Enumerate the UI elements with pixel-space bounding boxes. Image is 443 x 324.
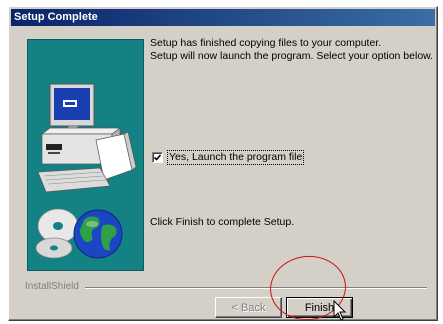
globe-cd-icon	[35, 208, 123, 259]
title-bar: Setup Complete	[11, 9, 435, 26]
separator	[85, 287, 427, 289]
back-button[interactable]: < Back	[215, 297, 282, 318]
setup-illustration-panel	[27, 39, 144, 271]
setup-complete-dialog: Setup Complete Setup has finished copyin…	[8, 6, 438, 321]
message-line-2: Setup will now launch the program. Selec…	[150, 50, 434, 62]
checkmark-icon	[153, 153, 162, 161]
finish-instruction: Click Finish to complete Setup.	[150, 216, 295, 228]
message-line-1: Setup has finished copying files to your…	[150, 37, 382, 49]
mouse-pointer-icon	[333, 300, 347, 321]
launch-program-checkbox[interactable]	[152, 151, 163, 163]
launch-program-label[interactable]: Yes, Launch the program file	[166, 149, 305, 165]
launch-program-option[interactable]: Yes, Launch the program file	[152, 149, 305, 165]
installshield-brand: InstallShield	[25, 280, 83, 293]
setup-message: Setup has finished copying files to your…	[150, 37, 434, 63]
